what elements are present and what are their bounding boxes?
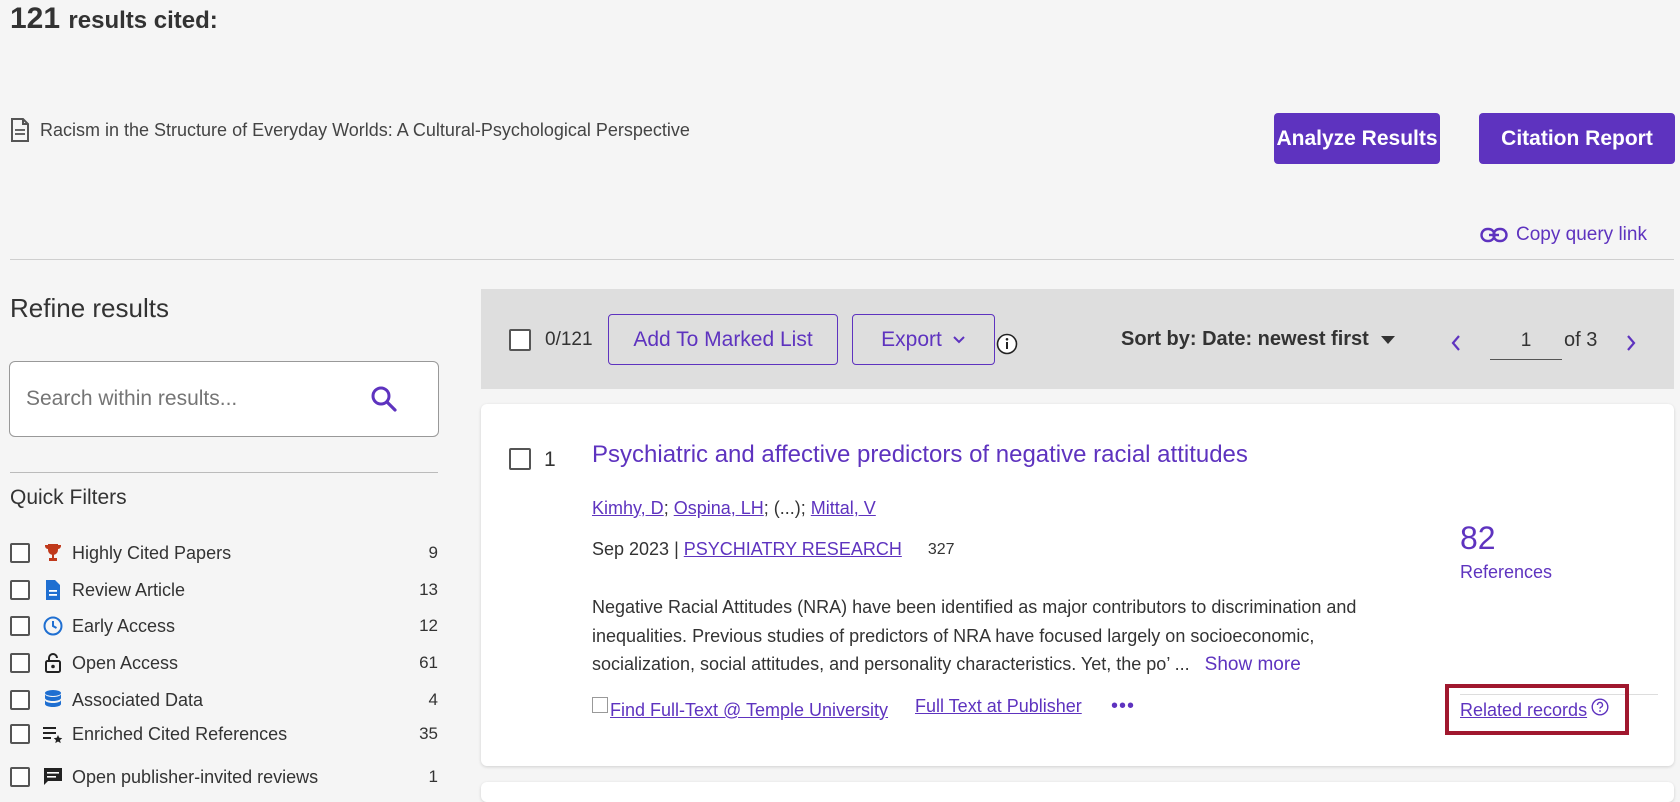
next-record-card bbox=[481, 782, 1674, 802]
record-date: Sep 2023 bbox=[592, 539, 670, 559]
record-volume: 327 bbox=[927, 540, 955, 558]
filter-label: Open publisher-invited reviews bbox=[72, 766, 319, 787]
related-records-link[interactable]: Related records bbox=[1460, 700, 1587, 721]
filter-label: Review Article bbox=[72, 579, 186, 600]
filter-early-access[interactable]: Early Access 12 bbox=[10, 611, 438, 641]
record-checkbox[interactable] bbox=[509, 448, 531, 470]
record-authors: Kimhy, D; Ospina, LH; (...); Mittal, V bbox=[592, 498, 876, 518]
header-divider bbox=[10, 259, 1674, 260]
enriched-list-icon bbox=[42, 723, 64, 745]
clock-icon bbox=[42, 615, 64, 637]
filter-checkbox[interactable] bbox=[10, 767, 30, 787]
author-link[interactable]: Kimhy, D bbox=[592, 498, 664, 518]
abstract-line: socialization, social attitudes, and per… bbox=[592, 654, 1190, 674]
export-label: Export bbox=[881, 327, 942, 351]
filter-checkbox[interactable] bbox=[10, 724, 30, 744]
trophy-icon bbox=[42, 542, 64, 564]
select-all-checkbox[interactable] bbox=[509, 329, 531, 351]
search-within-input[interactable] bbox=[24, 386, 348, 412]
help-icon[interactable] bbox=[1591, 697, 1609, 716]
sort-dropdown[interactable]: Sort by: Date: newest first bbox=[1121, 328, 1395, 351]
filter-label: Highly Cited Papers bbox=[72, 542, 232, 563]
selected-count: 0/121 bbox=[545, 329, 593, 350]
comment-icon bbox=[42, 766, 64, 788]
filter-checkbox[interactable] bbox=[10, 653, 30, 673]
record-abstract: Negative Racial Attitudes (NRA) have bee… bbox=[592, 593, 1412, 680]
abstract-line-last: socialization, social attitudes, and per… bbox=[592, 650, 1412, 680]
source-separator: | bbox=[674, 539, 679, 559]
results-count-suffix: results cited: bbox=[68, 7, 218, 34]
sort-label: Sort by: Date: newest first bbox=[1121, 328, 1369, 350]
caret-down-icon bbox=[1380, 335, 1395, 344]
chevron-down-icon bbox=[952, 335, 966, 345]
author-ellipsis: (...) bbox=[773, 498, 801, 518]
filter-label: Enriched Cited References bbox=[72, 723, 288, 744]
full-text-publisher-link[interactable]: Full Text at Publisher bbox=[915, 696, 1082, 717]
filter-highly-cited[interactable]: Highly Cited Papers 9 bbox=[10, 538, 438, 568]
next-page-icon[interactable] bbox=[1625, 334, 1637, 352]
filter-label: Open Access bbox=[72, 652, 179, 673]
database-icon bbox=[42, 689, 64, 711]
filter-review-article[interactable]: Review Article 13 bbox=[10, 575, 438, 605]
page-number-input[interactable] bbox=[1490, 322, 1562, 360]
record-title[interactable]: Psychiatric and affective predictors of … bbox=[592, 441, 1248, 469]
find-fulltext-image[interactable]: Find Full-Text @ Temple University bbox=[592, 695, 900, 721]
filter-open-reviews[interactable]: Open publisher-invited reviews 1 bbox=[10, 762, 438, 792]
show-more-link[interactable]: Show more bbox=[1205, 654, 1301, 675]
citation-report-button[interactable]: Citation Report bbox=[1479, 113, 1675, 164]
record-index: 1 bbox=[544, 448, 556, 471]
info-icon[interactable] bbox=[996, 333, 1018, 355]
sidebar-divider bbox=[10, 472, 438, 473]
export-button[interactable]: Export bbox=[852, 314, 995, 365]
filter-count: 4 bbox=[428, 690, 438, 709]
abstract-line: Negative Racial Attitudes (NRA) have bee… bbox=[592, 597, 1357, 617]
document-icon bbox=[42, 579, 64, 601]
filter-enriched-cited[interactable]: Enriched Cited References 35 bbox=[10, 719, 438, 749]
find-fulltext-alt-text: Find Full-Text @ Temple University bbox=[610, 700, 889, 720]
refine-results-title: Refine results bbox=[10, 293, 169, 323]
filter-checkbox[interactable] bbox=[10, 543, 30, 563]
copy-query-link[interactable]: Copy query link bbox=[1480, 224, 1647, 246]
link-icon bbox=[1480, 226, 1508, 244]
quick-filters-title: Quick Filters bbox=[10, 486, 127, 509]
filter-count: 1 bbox=[428, 767, 438, 786]
references-count[interactable]: 82 bbox=[1460, 520, 1496, 557]
journal-link[interactable]: PSYCHIATRY RESEARCH bbox=[684, 539, 902, 560]
cited-document: Racism in the Structure of Everyday Worl… bbox=[10, 118, 690, 142]
filter-count: 12 bbox=[419, 616, 438, 635]
filter-checkbox[interactable] bbox=[10, 580, 30, 600]
author-link[interactable]: Mittal, V bbox=[811, 498, 876, 518]
prev-page-icon[interactable] bbox=[1450, 334, 1462, 352]
filter-open-access[interactable]: Open Access 61 bbox=[10, 648, 438, 678]
filter-checkbox[interactable] bbox=[10, 616, 30, 636]
filter-count: 13 bbox=[419, 580, 438, 599]
filter-checkbox[interactable] bbox=[10, 690, 30, 710]
document-icon bbox=[10, 118, 32, 142]
references-label[interactable]: References bbox=[1460, 562, 1552, 583]
more-options-icon[interactable]: ••• bbox=[1111, 695, 1135, 718]
filter-label: Early Access bbox=[72, 615, 176, 636]
analyze-results-button[interactable]: Analyze Results bbox=[1274, 113, 1440, 164]
broken-image-icon bbox=[592, 697, 608, 713]
add-to-marked-list-button[interactable]: Add To Marked List bbox=[608, 314, 838, 365]
abstract-line: inequalities. Previous studies of predic… bbox=[592, 625, 1315, 646]
filter-label: Associated Data bbox=[72, 689, 204, 710]
filter-associated-data[interactable]: Associated Data 4 bbox=[10, 685, 438, 715]
author-link[interactable]: Ospina, LH bbox=[674, 498, 764, 518]
select-all-control[interactable]: 0/121 bbox=[509, 329, 593, 351]
results-count: 121 bbox=[10, 2, 61, 35]
search-within-box[interactable] bbox=[9, 361, 439, 437]
cited-document-title[interactable]: Racism in the Structure of Everyday Worl… bbox=[40, 120, 690, 141]
related-records-control[interactable]: Related records bbox=[1460, 697, 1609, 721]
page-total: of 3 bbox=[1564, 329, 1598, 351]
record-source: Sep 2023 | PSYCHIATRY RESEARCH 327 bbox=[592, 539, 955, 560]
filter-count: 9 bbox=[428, 543, 438, 562]
results-heading: 121 results cited: bbox=[10, 2, 218, 36]
search-icon[interactable] bbox=[370, 385, 398, 413]
copy-query-label: Copy query link bbox=[1516, 224, 1647, 245]
unlock-icon bbox=[42, 652, 64, 674]
filter-count: 61 bbox=[419, 653, 438, 672]
filter-count: 35 bbox=[419, 724, 438, 743]
